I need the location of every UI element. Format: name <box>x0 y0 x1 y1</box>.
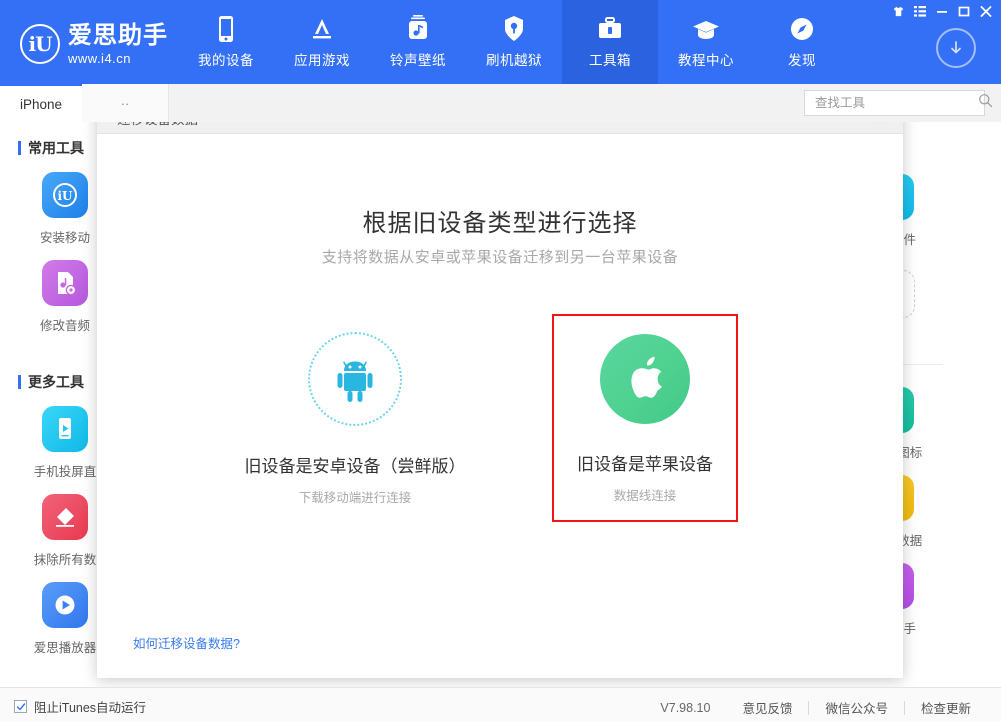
block-itunes-checkbox[interactable]: 阻止iTunes自动运行 <box>14 697 146 716</box>
nav-item-toolbox[interactable]: 工具箱 <box>562 0 658 84</box>
svg-text:iU: iU <box>57 189 73 203</box>
nav-label: 刷机越狱 <box>486 53 542 68</box>
nav-label: 应用游戏 <box>294 53 350 68</box>
help-link[interactable]: 如何迁移设备数据? <box>133 633 240 652</box>
close-icon[interactable] <box>975 2 997 20</box>
status-bar: 阻止iTunes自动运行 V7.98.10 意见反馈 微信公众号 检查更新 <box>0 687 1001 722</box>
window-controls <box>887 1 997 21</box>
app-header: iU 爱思助手 www.i4.cn 我的设备 应用游戏 铃声壁纸 刷机越狱 工具… <box>0 0 1001 84</box>
app-window: iU 爱思助手 www.i4.cn 我的设备 应用游戏 铃声壁纸 刷机越狱 工具… <box>0 0 1001 722</box>
nav-item-my-device[interactable]: 我的设备 <box>178 0 274 84</box>
close-icon[interactable] <box>869 122 893 129</box>
eraser-icon <box>42 494 88 540</box>
check-update-link[interactable]: 检查更新 <box>905 698 987 717</box>
tab-iphone[interactable]: iPhone <box>0 84 82 122</box>
minimize-icon[interactable] <box>931 2 953 20</box>
tool-label: 修改音频 <box>39 319 90 333</box>
search-icon[interactable] <box>978 93 993 113</box>
nav-label: 发现 <box>788 53 816 68</box>
checkbox-label: 阻止iTunes自动运行 <box>34 701 147 715</box>
migrate-data-dialog: 迁移设备数据 根据旧设备类型进行选择 支持将数据从安卓或苹果设备迁移到另一台苹果… <box>97 122 903 678</box>
nav-item-flash-jailbreak[interactable]: 刷机越狱 <box>466 0 562 84</box>
logo-mark-icon: iU <box>20 24 60 64</box>
audio-edit-icon <box>42 260 88 306</box>
app-logo: iU 爱思助手 www.i4.cn <box>20 18 200 70</box>
nav-label: 我的设备 <box>198 53 254 68</box>
section-title: 常用工具 <box>28 140 84 156</box>
tool-label: 爱思播放器 <box>33 641 97 655</box>
i4-assistant-icon: iU <box>42 172 88 218</box>
shield-key-icon <box>503 15 525 43</box>
section-accent-bar <box>18 375 21 389</box>
dialog-title: 迁移设备数据 <box>117 122 198 128</box>
tool-label: 抹除所有数 <box>33 553 97 567</box>
choice-name: 旧设备是苹果设备 <box>577 455 713 474</box>
nav-label: 教程中心 <box>678 53 734 68</box>
choice-apple-device[interactable]: 旧设备是苹果设备 数据线连接 <box>552 314 738 522</box>
android-icon <box>308 332 402 426</box>
search-input[interactable] <box>813 95 978 111</box>
content-area: 常用工具 iU 安装移动 修改音频 更多工具 手机投屏直 抹除所有数 爱思播放器… <box>0 122 1001 687</box>
choice-android-device[interactable]: 旧设备是安卓设备（尝鲜版） 下载移动端进行连接 <box>245 314 466 522</box>
logo-brand-name: 爱思助手 <box>68 21 168 49</box>
screen-cast-icon <box>42 406 88 452</box>
nav-label: 铃声壁纸 <box>390 53 446 68</box>
choice-desc: 数据线连接 <box>613 489 677 503</box>
checkbox-icon[interactable] <box>14 700 27 713</box>
phone-icon <box>216 15 236 43</box>
tab-strip: iPhone ·· <box>0 84 1001 123</box>
section-accent-bar <box>18 141 21 155</box>
dialog-heading: 根据旧设备类型进行选择 <box>362 210 638 237</box>
nav-item-discover[interactable]: 发现 <box>754 0 850 84</box>
logo-brand-url: www.i4.cn <box>68 50 132 66</box>
version-label: V7.98.10 <box>660 700 711 715</box>
status-actions: V7.98.10 意见反馈 微信公众号 检查更新 <box>644 698 987 717</box>
section-title: 更多工具 <box>28 374 84 390</box>
nav-item-apps-games[interactable]: 应用游戏 <box>274 0 370 84</box>
download-arrow-icon[interactable] <box>936 28 976 68</box>
dialog-header: 迁移设备数据 <box>97 122 903 134</box>
tool-label: 安装移动 <box>39 231 90 245</box>
skin-icon[interactable] <box>887 2 909 20</box>
dialog-body: 根据旧设备类型进行选择 支持将数据从安卓或苹果设备迁移到另一台苹果设备 旧设备是… <box>97 134 903 678</box>
nav-label: 工具箱 <box>589 53 631 68</box>
dialog-subheading: 支持将数据从安卓或苹果设备迁移到另一台苹果设备 <box>321 249 679 266</box>
graduation-cap-icon <box>692 15 720 43</box>
tool-label: 手机投屏直 <box>33 465 97 479</box>
music-icon <box>406 15 430 43</box>
main-navigation: 我的设备 应用游戏 铃声壁纸 刷机越狱 工具箱 教程中心 发现 <box>178 0 850 84</box>
appstore-icon <box>308 15 336 43</box>
toolbox-icon <box>596 15 624 43</box>
nav-item-tutorial-center[interactable]: 教程中心 <box>658 0 754 84</box>
choice-name: 旧设备是安卓设备（尝鲜版） <box>244 457 466 476</box>
feedback-link[interactable]: 意见反馈 <box>726 698 808 717</box>
tab-secondary[interactable]: ·· <box>82 84 169 122</box>
search-box[interactable] <box>804 90 993 116</box>
choice-list: 旧设备是安卓设备（尝鲜版） 下载移动端进行连接 旧设备是苹果设备 数据线连接 <box>97 314 903 544</box>
player-icon <box>42 582 88 628</box>
nav-item-ringtones-wallpaper[interactable]: 铃声壁纸 <box>370 0 466 84</box>
compass-icon <box>788 15 816 43</box>
wechat-link[interactable]: 微信公众号 <box>809 698 904 717</box>
choice-desc: 下载移动端进行连接 <box>298 491 412 505</box>
maximize-icon[interactable] <box>953 2 975 20</box>
apple-icon <box>600 334 690 424</box>
menu-icon[interactable] <box>909 2 931 20</box>
